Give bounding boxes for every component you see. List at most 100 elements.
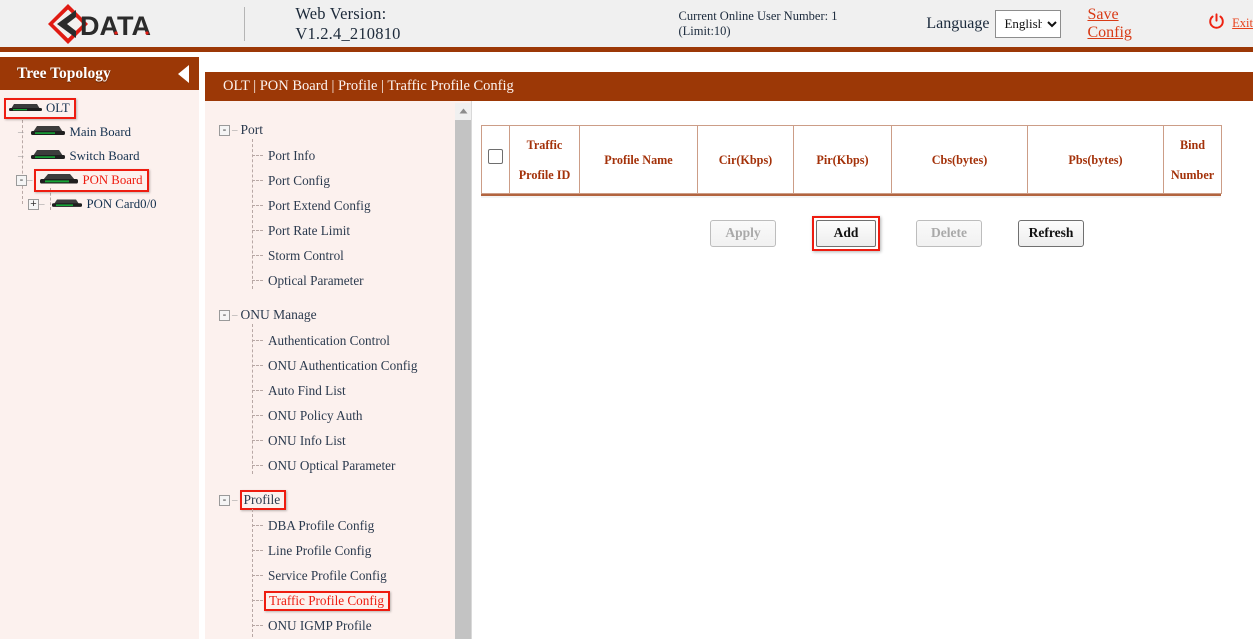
menu-group-onu-manage: - – ONU Manage Authentication Control ON… xyxy=(219,304,471,478)
menu-item-port-extend-config[interactable]: Port Extend Config xyxy=(219,193,471,218)
select-all-checkbox[interactable] xyxy=(488,149,503,164)
tree-connector: – xyxy=(27,174,33,186)
menu-tick xyxy=(252,230,263,231)
menu-item-label[interactable]: ONU Info List xyxy=(268,433,346,449)
power-icon[interactable] xyxy=(1208,13,1225,35)
menu-item-traffic-profile-config[interactable]: Traffic Profile Config xyxy=(219,588,471,613)
tree-node-pon-board[interactable]: - – PON Board xyxy=(0,168,199,192)
menu-item-label[interactable]: ONU Optical Parameter xyxy=(268,458,395,474)
table-bottom-rule xyxy=(481,194,1221,198)
menu-item-label[interactable]: ONU IGMP Profile xyxy=(268,618,372,634)
column-header-line2: Profile ID xyxy=(519,168,571,182)
menu-item-label[interactable]: Service Profile Config xyxy=(268,568,387,584)
menu-item-onu-optical-parameter[interactable]: ONU Optical Parameter xyxy=(219,453,471,478)
traffic-profile-highlight-box: Traffic Profile Config xyxy=(264,591,390,611)
tree-node-main-board[interactable]: – Main Board xyxy=(0,120,199,144)
menu-group-header-port[interactable]: - – Port xyxy=(219,119,471,141)
menu-group-port: - – Port Port Info Port Config Port Exte… xyxy=(219,119,471,293)
tree-node-olt[interactable]: OLT xyxy=(0,96,199,120)
save-config-link[interactable]: Save Config xyxy=(1087,6,1166,42)
tree-node-label: PON Card0/0 xyxy=(87,197,157,212)
menu-item-storm-control[interactable]: Storm Control xyxy=(219,243,471,268)
breadcrumb: OLT | PON Board | Profile | Traffic Prof… xyxy=(205,72,1253,101)
refresh-button[interactable]: Refresh xyxy=(1018,220,1084,247)
menu-item-label[interactable]: ONU Policy Auth xyxy=(268,408,363,424)
menu-item-label[interactable]: Authentication Control xyxy=(268,333,390,349)
menu-scrollbar[interactable] xyxy=(455,103,471,639)
tree-connector: – xyxy=(18,126,24,138)
menu-item-authentication-control[interactable]: Authentication Control xyxy=(219,328,471,353)
menu-item-label[interactable]: Line Profile Config xyxy=(268,543,371,559)
main-content: Traffic Profile ID Profile Name Cir(Kbps… xyxy=(478,101,1253,639)
menu-item-label[interactable]: Port Info xyxy=(268,148,315,164)
menu-item-onu-igmp-profile[interactable]: ONU IGMP Profile xyxy=(219,613,471,638)
web-version-label: Web Version: V1.2.4_210810 xyxy=(295,4,493,44)
menu-group-profile: - – Profile DBA Profile Config Line Prof… xyxy=(219,489,471,638)
menu-group-label: ONU Manage xyxy=(241,307,317,323)
tree-node-switch-board[interactable]: – Switch Board xyxy=(0,144,199,168)
menu-tick xyxy=(252,155,263,156)
exit-link[interactable]: Exit xyxy=(1232,16,1253,31)
menu-item-dba-profile-config[interactable]: DBA Profile Config xyxy=(219,513,471,538)
menu-expander-collapse-icon[interactable]: - xyxy=(219,495,230,506)
sidebar-header: Tree Topology xyxy=(0,57,199,90)
menu-item-label[interactable]: DBA Profile Config xyxy=(268,518,374,534)
top-header-bar: DATA Web Version: V1.2.4_210810 Current … xyxy=(0,0,1253,52)
tree-node-pon-card[interactable]: + – PON Card0/0 xyxy=(0,192,199,216)
tree-expander-expand-icon[interactable]: + xyxy=(28,199,39,210)
menu-tick xyxy=(252,525,263,526)
device-tree: OLT – Main Board – xyxy=(0,90,199,216)
menu-item-label[interactable]: Port Config xyxy=(268,173,330,189)
board-device-icon xyxy=(28,123,68,141)
column-header-cbs: Cbs(bytes) xyxy=(892,126,1028,194)
menu-item-service-profile-config[interactable]: Service Profile Config xyxy=(219,563,471,588)
menu-item-port-rate-limit[interactable]: Port Rate Limit xyxy=(219,218,471,243)
menu-tick xyxy=(252,205,263,206)
tree-connector: – xyxy=(18,150,24,162)
column-header-line2: Number xyxy=(1171,168,1214,182)
menu-item-port-config[interactable]: Port Config xyxy=(219,168,471,193)
menu-group-header-profile[interactable]: - – Profile xyxy=(219,489,471,511)
column-header-pir: Pir(Kbps) xyxy=(794,126,892,194)
menu-item-onu-authentication-config[interactable]: ONU Authentication Config xyxy=(219,353,471,378)
traffic-profile-table: Traffic Profile ID Profile Name Cir(Kbps… xyxy=(481,125,1222,194)
menu-item-port-info[interactable]: Port Info xyxy=(219,143,471,168)
sidebar-title: Tree Topology xyxy=(17,65,111,83)
menu-scrollbar-thumb[interactable] xyxy=(455,120,471,639)
menu-tick xyxy=(252,280,263,281)
menu-item-onu-policy-auth[interactable]: ONU Policy Auth xyxy=(219,403,471,428)
delete-button[interactable]: Delete xyxy=(916,220,982,247)
board-device-icon xyxy=(28,147,68,165)
menu-item-auto-find-list[interactable]: Auto Find List xyxy=(219,378,471,403)
menu-tick xyxy=(252,180,263,181)
menu-item-onu-info-list[interactable]: ONU Info List xyxy=(219,428,471,453)
menu-item-line-profile-config[interactable]: Line Profile Config xyxy=(219,538,471,563)
function-menu-panel: - – Port Port Info Port Config Port Exte… xyxy=(205,101,471,639)
add-button-highlight-box: Add xyxy=(812,216,880,251)
menu-expander-collapse-icon[interactable]: - xyxy=(219,310,230,321)
menu-item-label[interactable]: Port Rate Limit xyxy=(268,223,350,239)
apply-button[interactable]: Apply xyxy=(710,220,776,247)
menu-item-optical-parameter[interactable]: Optical Parameter xyxy=(219,268,471,293)
menu-item-label[interactable]: Storm Control xyxy=(268,248,344,264)
online-user-count: Current Online User Number: 1 (Limit:10) xyxy=(679,9,891,39)
menu-item-label[interactable]: Optical Parameter xyxy=(268,273,364,289)
column-header-line1: Bind xyxy=(1180,138,1205,152)
table-header: Traffic Profile ID Profile Name Cir(Kbps… xyxy=(482,126,1222,194)
menu-item-label[interactable]: Traffic Profile Config xyxy=(269,593,384,609)
menu-group-label: Port xyxy=(241,122,264,138)
scroll-up-arrow-icon[interactable] xyxy=(455,103,471,119)
menu-item-label[interactable]: Auto Find List xyxy=(268,383,346,399)
menu-expander-collapse-icon[interactable]: - xyxy=(219,125,230,136)
collapse-left-arrow-icon[interactable] xyxy=(178,65,189,83)
menu-item-label[interactable]: ONU Authentication Config xyxy=(268,358,417,374)
add-button[interactable]: Add xyxy=(816,220,876,247)
tree-expander-collapse-icon[interactable]: - xyxy=(16,175,27,186)
menu-group-header-onu-manage[interactable]: - – ONU Manage xyxy=(219,304,471,326)
function-menu-list: - – Port Port Info Port Config Port Exte… xyxy=(205,101,471,638)
olt-device-icon xyxy=(7,100,44,117)
tree-node-label: Main Board xyxy=(70,125,132,140)
language-select[interactable]: English xyxy=(995,10,1061,38)
menu-tick xyxy=(252,550,263,551)
menu-item-label[interactable]: Port Extend Config xyxy=(268,198,371,214)
